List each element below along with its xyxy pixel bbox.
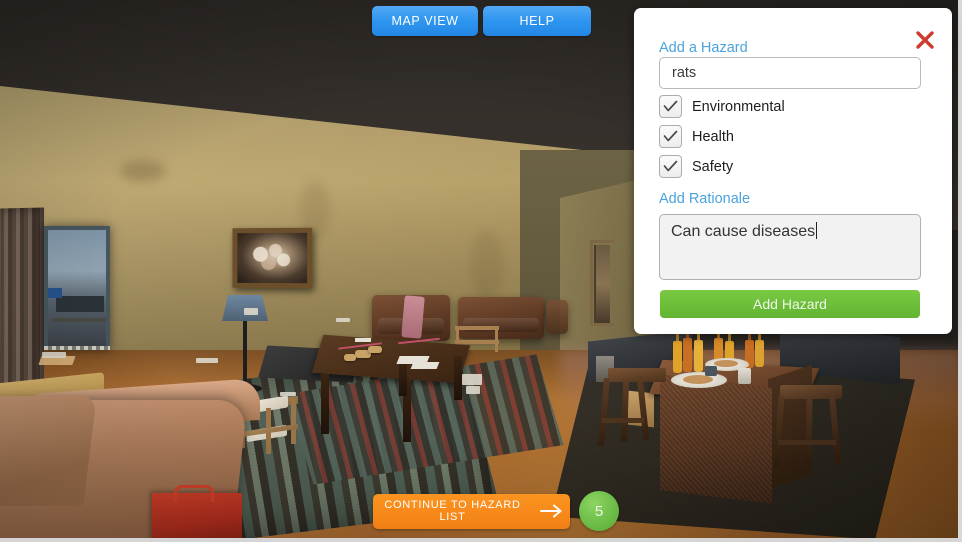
curtain [0,207,45,397]
bar-stool-rung [778,440,836,445]
cup [738,368,751,384]
side-table-shelf [455,340,499,344]
continue-to-hazard-list-button[interactable]: CONTINUE TO HAZARD LIST [373,493,570,529]
floor-litter [280,392,296,396]
window-view-object [52,318,106,322]
window-view-object [48,288,62,298]
side-table-leg [495,326,498,352]
screen-frame-bottom [0,538,962,542]
bar-stool-leg [805,397,813,465]
screen-frame-right [958,0,962,542]
kitchen-island-body [660,374,772,504]
rationale-section-title: Add Rationale [659,191,751,207]
coffee-table-leg [321,374,329,434]
floor-litter [466,386,480,394]
map-view-button[interactable]: MAP VIEW [372,6,478,36]
rationale-text: Can cause diseases [671,223,816,240]
rationale-textarea[interactable]: Can cause diseases [659,214,921,280]
checkbox-row-environmental[interactable]: Environmental [659,95,785,118]
sofa-far [546,300,568,334]
food-debris [344,354,356,361]
text-caret [816,222,818,239]
plate-food [714,360,738,367]
floor-litter [196,358,218,363]
checkbox-row-health[interactable]: Health [659,125,785,148]
blanket [401,295,425,339]
simulation-screen: MAP VIEW HELP CONTINUE TO HAZARD LIST 5 … [0,0,962,542]
floor-litter [336,318,350,322]
checkbox-label-safety: Safety [692,158,734,175]
window-view-object [56,296,104,312]
stool-leg [291,398,296,444]
checkbox-label-health: Health [692,128,734,145]
checkbox-row-safety[interactable]: Safety [659,155,785,178]
continue-button-label: CONTINUE TO HAZARD LIST [384,499,521,523]
hazard-count-badge: 5 [579,491,619,531]
wall-painting [232,227,313,289]
bottle [694,340,703,372]
checkmark-icon[interactable] [659,125,682,148]
wall-stain [120,160,166,182]
arrow-right-icon [540,504,564,518]
dialog-title: Add a Hazard [659,40,748,56]
bottle [755,340,764,367]
checkmark-icon[interactable] [659,155,682,178]
hazard-input-wrapper [659,57,921,89]
floor-litter [244,308,258,315]
wall-stain [470,230,504,300]
close-x-icon[interactable] [914,29,936,51]
red-shopping-bag [152,485,242,542]
hazard-name-input[interactable] [659,57,921,89]
hazard-category-checkbox-group: Environmental Health Safety [659,95,785,178]
coffee-table-leg [399,362,407,396]
floor-litter [462,374,482,385]
coffee-table-leg [454,356,462,400]
window-sill [44,346,110,350]
doorway [594,245,610,323]
paper-scrap [410,362,440,369]
bottom-button-bar: CONTINUE TO HAZARD LIST 5 [373,491,619,531]
add-hazard-submit-button[interactable]: Add Hazard [660,290,920,318]
checkmark-icon[interactable] [659,95,682,118]
bottle [683,338,692,372]
window [44,226,110,350]
floor-litter [42,352,66,358]
plate-food [683,375,713,384]
bottle [673,341,682,373]
top-button-bar: MAP VIEW HELP [372,6,591,36]
help-button[interactable]: HELP [483,6,591,36]
armchair-arm [0,396,97,506]
checkbox-label-environmental: Environmental [692,98,785,115]
side-table-top [455,326,499,330]
food-debris [368,346,382,353]
paper-scrap [355,338,371,342]
bar-stool-rung [602,418,644,423]
floor-lamp-pole [243,321,247,387]
bowl [705,366,717,376]
